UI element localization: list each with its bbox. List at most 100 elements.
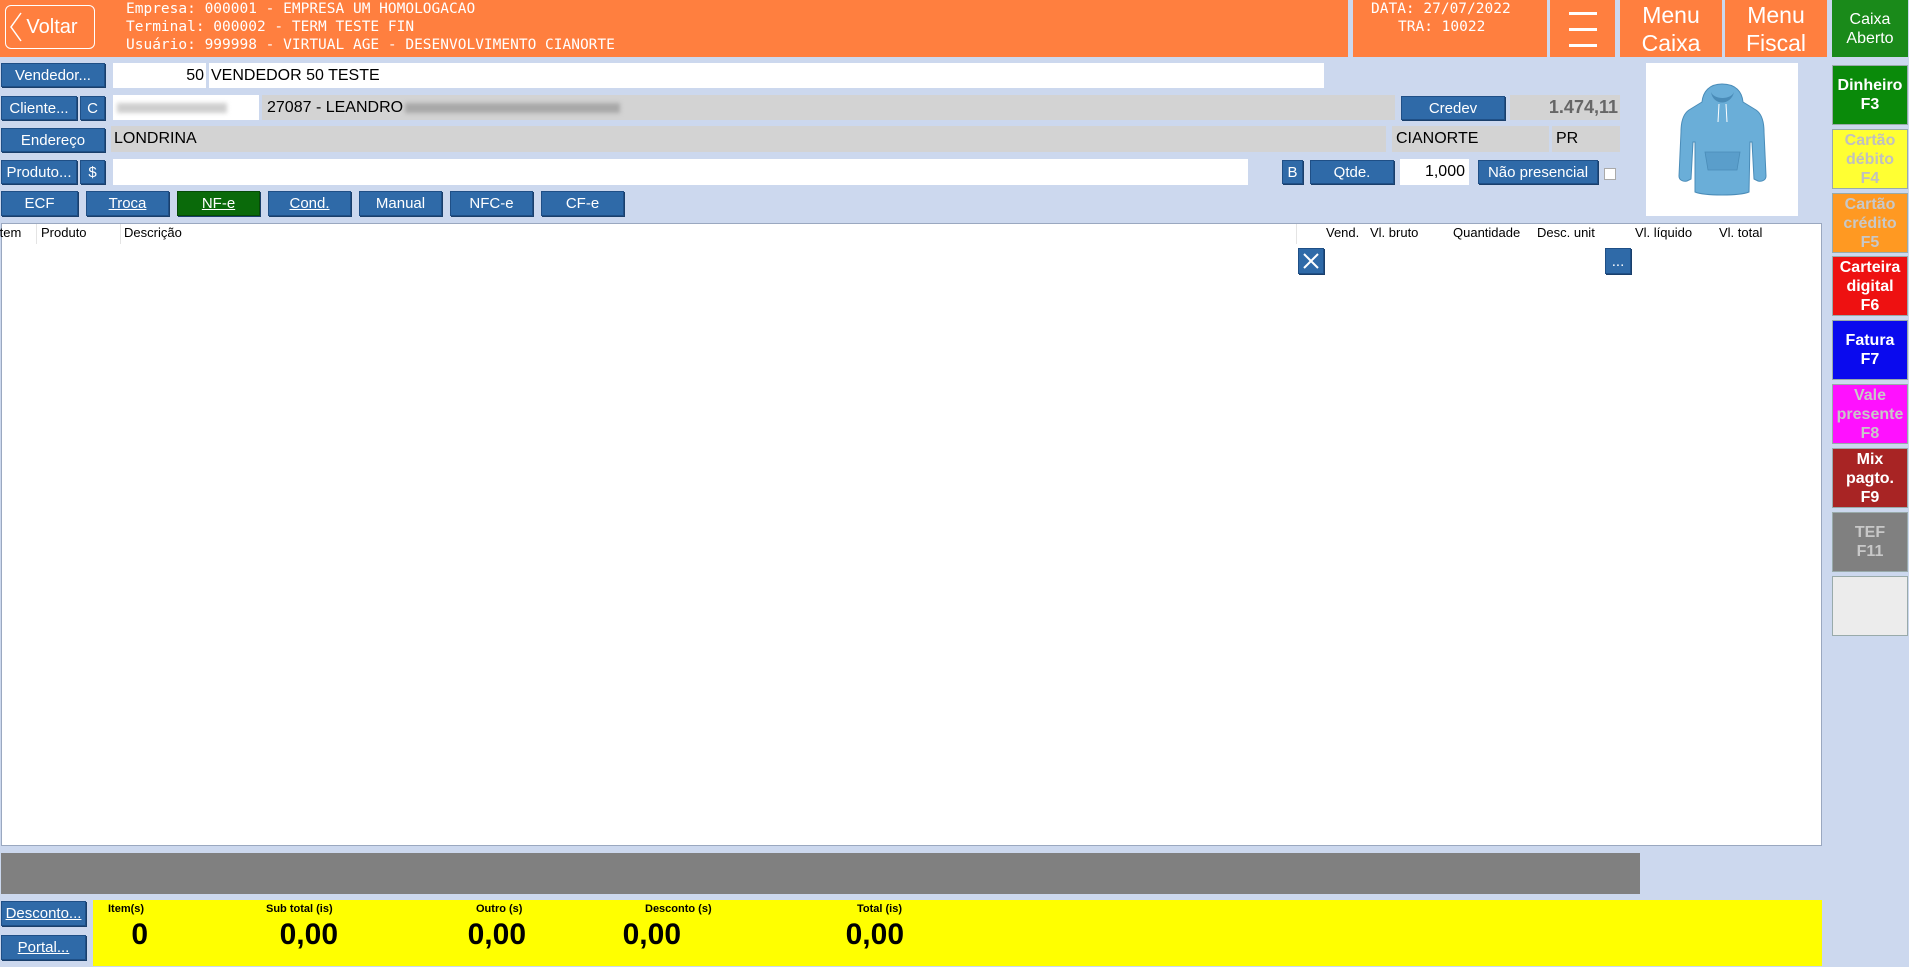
desconto-button[interactable]: Desconto...	[1, 901, 86, 926]
endereco-uf-field: PR	[1552, 126, 1620, 152]
endereco-button[interactable]: Endereço	[1, 128, 105, 152]
outro-value: 0,00	[467, 918, 526, 951]
vendedor-button[interactable]: Vendedor...	[1, 63, 105, 87]
produto-button[interactable]: Produto...	[1, 160, 77, 184]
outro-label: Outro (s)	[476, 903, 523, 915]
doc-type-cond-label: Cond.	[289, 195, 330, 212]
payment-label-line: Fatura	[1845, 332, 1895, 349]
empresa-text: Empresa: 000001 - EMPRESA UM HOMOLOGACAO	[126, 1, 476, 17]
doc-type-cond[interactable]: Cond.	[268, 191, 351, 216]
doc-type-troca-label: Troca	[108, 195, 147, 212]
payment-fatura-button[interactable]: Fatura F7	[1832, 320, 1908, 380]
produto-input[interactable]	[113, 159, 1248, 185]
payment-label-line: F4	[1860, 169, 1880, 187]
cliente-button[interactable]: Cliente...	[1, 96, 77, 120]
col-divider	[1296, 224, 1297, 244]
doc-type-ecf[interactable]: ECF	[1, 191, 78, 216]
doc-type-ecf-label: ECF	[24, 195, 55, 212]
hamburger-icon	[1568, 11, 1597, 47]
produto-price-button[interactable]: $	[80, 160, 105, 184]
cliente-name-field: 27087 - LEANDRO	[262, 95, 1395, 120]
total-value: 0,00	[845, 918, 904, 951]
payment-cartao-debito-label: Cartão débito F4	[1845, 131, 1896, 188]
payment-tef-button[interactable]: TEF F11	[1832, 512, 1908, 572]
payment-dinheiro-button[interactable]: Dinheiro F3	[1832, 65, 1908, 125]
blurred-name	[405, 102, 621, 113]
payment-vale-presente-button[interactable]: Vale presente F8	[1832, 384, 1908, 444]
caixa-status-badge: Caixa Aberto	[1832, 0, 1908, 57]
doc-type-nfce[interactable]: NFC-e	[450, 191, 533, 216]
payment-label-line: pagto.	[1846, 469, 1894, 487]
hamburger-button[interactable]	[1550, 0, 1615, 57]
vendedor-code-field[interactable]: 50	[113, 63, 206, 88]
payment-label-line: presente	[1836, 405, 1904, 423]
col-header-vl-total: Vl. total	[1719, 225, 1763, 240]
back-button[interactable]: Voltar	[5, 5, 95, 49]
nao-presencial-button[interactable]: Não presencial	[1478, 160, 1598, 184]
col-header-item: Item	[0, 225, 22, 240]
payment-blank-button[interactable]	[1832, 576, 1908, 636]
cliente-doc-field[interactable]	[113, 95, 259, 120]
portal-button[interactable]: Portal...	[1, 935, 86, 960]
payment-label-line: Carteira	[1839, 258, 1901, 276]
qtde-button-label: Qtde.	[1333, 163, 1371, 181]
doc-type-manual[interactable]: Manual	[359, 191, 442, 216]
vendedor-name-value: VENDEDOR 50 TESTE	[211, 66, 380, 84]
menu-fiscal-button[interactable]: Menu Fiscal	[1725, 0, 1827, 57]
portal-button-label: Portal...	[17, 939, 70, 956]
col-header-quantidade: Quantidade	[1453, 225, 1521, 240]
payment-cartao-debito-button[interactable]: Cartão débito F4	[1832, 129, 1908, 189]
status-strip	[1, 853, 1640, 894]
close-icon	[1303, 253, 1319, 269]
item-more-button[interactable]: ...	[1605, 248, 1631, 274]
qtde-field[interactable]: 1,000	[1400, 159, 1469, 185]
b-button[interactable]: B	[1282, 160, 1303, 184]
qtde-value: 1,000	[1424, 163, 1465, 180]
doc-type-cfe[interactable]: CF-e	[541, 191, 624, 216]
payment-label-line: Cartão	[1844, 195, 1896, 213]
cliente-c-label: C	[87, 99, 98, 117]
session-info: Empresa: 000001 - EMPRESA UM HOMOLOGACAO…	[126, 0, 615, 54]
payment-carteira-digital-button[interactable]: Carteira digital F6	[1832, 256, 1908, 316]
col-header-produto: Produto	[41, 225, 87, 240]
payment-cartao-credito-button[interactable]: Cartão crédito F5	[1832, 193, 1908, 253]
doc-type-nfce-label: NFC-e	[469, 195, 514, 212]
payment-label-line: TEF	[1854, 524, 1886, 541]
col-divider	[120, 224, 121, 244]
menu-caixa-button[interactable]: Menu Caixa	[1620, 0, 1722, 57]
items-table[interactable]	[1, 223, 1822, 846]
doc-type-bar: ECF Troca NF-e Cond. Manual NFC-e CF-e	[1, 191, 626, 217]
col-header-vl-bruto: Vl. bruto	[1370, 225, 1419, 240]
desconto-total-label: Desconto (s)	[645, 903, 712, 915]
col-header-desc-unit: Desc. unit	[1537, 225, 1595, 240]
doc-type-manual-label: Manual	[375, 195, 426, 212]
credev-value-field: 1.474,11	[1510, 95, 1620, 120]
item-more-label: ...	[1611, 252, 1625, 270]
vendedor-button-label: Vendedor...	[15, 66, 91, 84]
endereco-city-field: LONDRINA	[111, 126, 1386, 152]
col-header-descricao: Descrição	[124, 225, 182, 240]
back-button-label: Voltar	[26, 15, 78, 38]
payment-label-line: F5	[1860, 233, 1880, 251]
hoodie-product-image	[1677, 82, 1767, 195]
credev-button[interactable]: Credev	[1401, 96, 1505, 120]
date-panel: DATA: 27/07/2022 TRA: 10022	[1353, 0, 1547, 57]
desconto-button-label: Desconto...	[5, 905, 82, 922]
nao-presencial-checkbox[interactable]	[1604, 168, 1616, 180]
caixa-status-line1: Caixa	[1849, 10, 1891, 28]
subtotal-value: 0,00	[279, 918, 338, 951]
cliente-c-button[interactable]: C	[80, 96, 105, 120]
payment-label-line: F8	[1860, 424, 1880, 442]
menu-fiscal-line2: Fiscal	[1745, 29, 1807, 56]
tra-text: TRA: 10022	[1398, 19, 1486, 35]
remove-item-button[interactable]	[1298, 248, 1324, 274]
payment-label-line: Cartão	[1844, 131, 1896, 149]
payment-mix-pagto-button[interactable]: Mix pagto. F9	[1832, 448, 1908, 508]
payment-mix-pagto-label: Mix pagto. F9	[1846, 450, 1894, 507]
payment-label-line: Vale	[1853, 386, 1886, 404]
endereco-uf-value: PR	[1556, 130, 1579, 147]
vendedor-name-field: VENDEDOR 50 TESTE	[209, 63, 1324, 88]
doc-type-troca[interactable]: Troca	[86, 191, 169, 216]
doc-type-nfe[interactable]: NF-e	[177, 191, 260, 216]
qtde-button[interactable]: Qtde.	[1310, 160, 1394, 184]
